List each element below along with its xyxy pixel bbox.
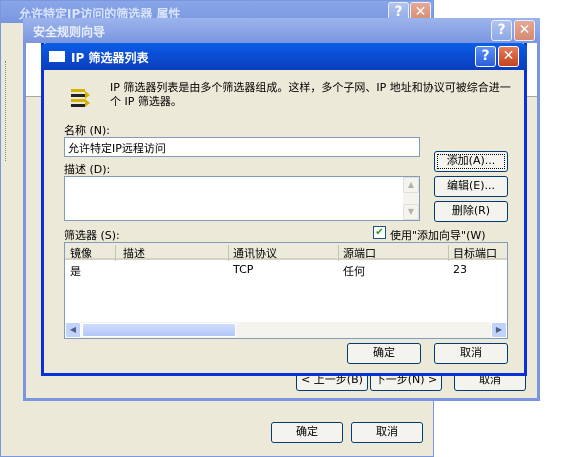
dialog-close-button[interactable]: ✕ <box>498 46 519 67</box>
dialog-title: IP 筛选器列表 <box>71 51 149 65</box>
column-header-protocol[interactable]: 通讯协议 <box>233 245 339 261</box>
column-header-description[interactable]: 描述 <box>123 245 229 261</box>
scroll-thumb[interactable] <box>82 323 236 337</box>
use-wizard-label[interactable]: 使用"添加向导"(W) <box>390 227 486 243</box>
scroll-down-arrow-icon[interactable]: ▼ <box>403 204 419 220</box>
ok-button[interactable]: 确定 <box>347 343 421 364</box>
wizard-close-button[interactable]: ✕ <box>514 20 535 41</box>
check-mark-icon: ✔ <box>375 227 384 238</box>
filter-table: 镜像 描述 通讯协议 源端口 目标端口 是 TCP 任何 23 ◀ ▶ <box>64 242 508 339</box>
use-wizard-checkbox[interactable]: ✔ <box>373 226 386 239</box>
table-row[interactable]: 是 TCP 任何 23 <box>65 262 507 278</box>
description-field[interactable]: ▲ ▼ <box>64 176 420 221</box>
background-cancel-button[interactable]: 取消 <box>351 422 423 443</box>
cell-mirror: 是 <box>70 265 81 278</box>
cancel-button[interactable]: 取消 <box>434 343 508 364</box>
window-icon <box>49 51 65 62</box>
scroll-right-arrow-icon[interactable]: ▶ <box>491 322 507 338</box>
cell-protocol: TCP <box>233 263 254 276</box>
delete-button[interactable]: 删除(R) <box>434 201 508 222</box>
dialog-description: IP 筛选器列表是由多个筛选器组成。这样，多个子网、IP 地址和协议可被综合进一… <box>110 81 511 108</box>
wizard-help-button[interactable]: ? <box>491 20 512 41</box>
scroll-up-arrow-icon[interactable]: ▲ <box>403 177 419 193</box>
column-header-source-port[interactable]: 源端口 <box>343 245 449 261</box>
ip-filter-list-dialog: IP 筛选器列表 ? ✕ IP 筛选器列表是由多个筛选器组成。这样，多个子网、I… <box>41 43 527 376</box>
dialog-help-button[interactable]: ? <box>475 46 496 67</box>
cell-source-port: 任何 <box>343 265 365 278</box>
column-header-mirror[interactable]: 镜像 <box>70 245 116 261</box>
add-button[interactable]: 添加(A)... <box>434 151 508 172</box>
background-ok-button[interactable]: 确定 <box>271 422 343 443</box>
scroll-left-arrow-icon[interactable]: ◀ <box>65 322 81 338</box>
filter-list-icon <box>69 87 91 111</box>
description-label: 描述 (D): <box>64 163 111 176</box>
background-tree-fragment <box>5 61 13 161</box>
wizard-window-title: 安全规则向导 <box>33 25 106 39</box>
wizard-window-titlebar: 安全规则向导 ? ✕ <box>23 18 540 43</box>
dialog-titlebar: IP 筛选器列表 ? ✕ <box>41 43 527 70</box>
cell-destination-port: 23 <box>453 263 467 276</box>
column-header-destination-port[interactable]: 目标端口 <box>453 245 507 261</box>
name-field-value: 允许特定IP远程访问 <box>68 142 166 155</box>
edit-button[interactable]: 编辑(E)... <box>434 176 508 197</box>
table-header: 镜像 描述 通讯协议 源端口 目标端口 <box>65 243 507 261</box>
filters-label: 筛选器 (S): <box>64 229 120 242</box>
description-scrollbar[interactable]: ▲ ▼ <box>403 177 419 220</box>
table-horizontal-scrollbar[interactable]: ◀ ▶ <box>65 322 507 338</box>
name-field[interactable]: 允许特定IP远程访问 <box>64 137 420 157</box>
name-label: 名称 (N): <box>64 124 111 137</box>
